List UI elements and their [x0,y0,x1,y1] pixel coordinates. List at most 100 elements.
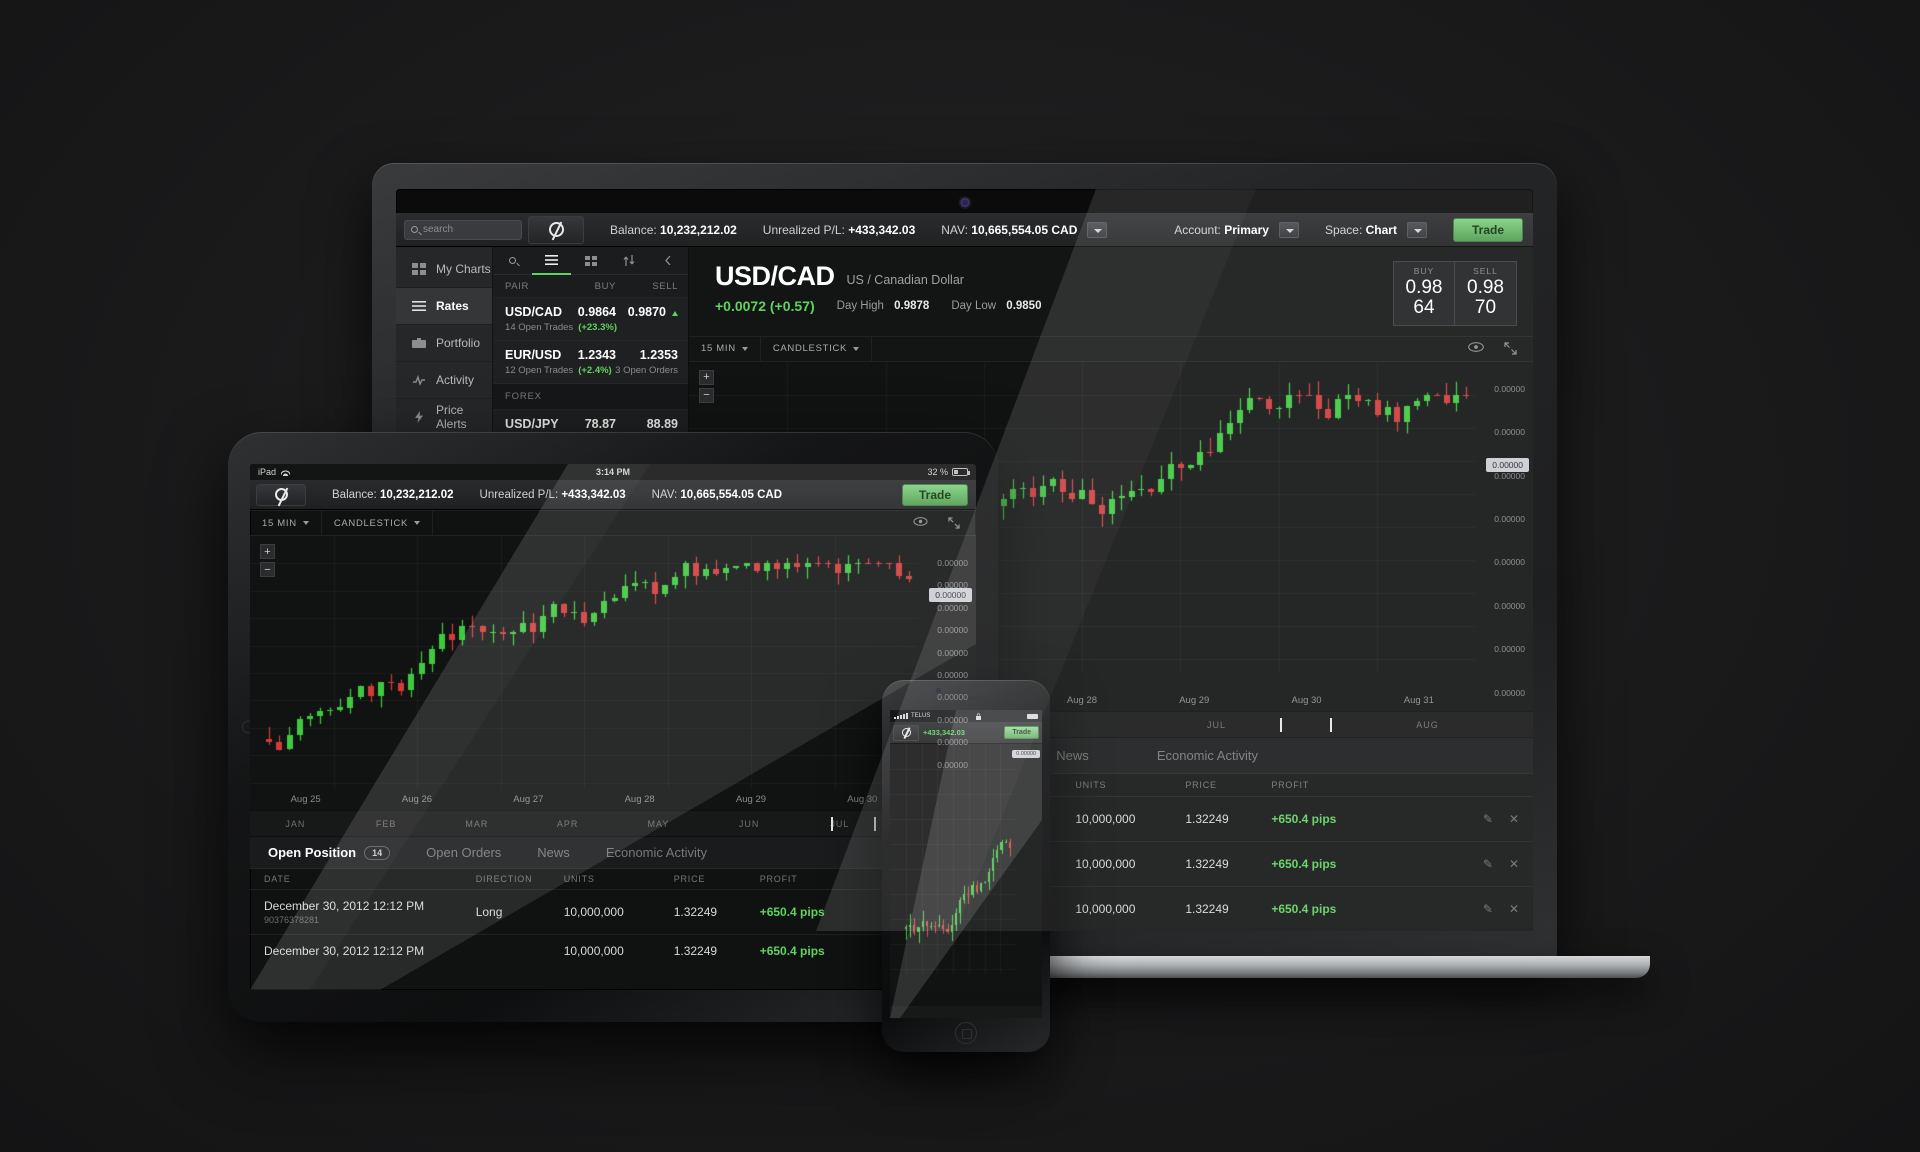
ipad-chart-minimap[interactable]: JANFEBMARAPRMAYJUNJULAUG [250,810,976,836]
eye-icon[interactable] [1468,342,1484,353]
sidebar-label: Activity [436,373,475,387]
briefcase-icon [412,338,426,348]
ipad-tab-news[interactable]: News [519,837,588,868]
activity-icon [413,374,425,386]
rate-row-eurusd[interactable]: EUR/USD 1.2343 1.2353 12 Open Trades (+2… [493,340,688,383]
sidebar-item-rates[interactable]: Rates [396,288,493,325]
ipad-chart-y-axis: 0.00000 0.00000 0.00000 0.00000 0.00000 0.000… [918,536,976,810]
sidebar-item-price-alerts[interactable]: Price Alerts [396,399,493,436]
y-tick: 0.00000 [1494,514,1525,525]
ipad-open-position-count: 14 [364,845,391,860]
y-tick: 0.00000 [937,670,968,680]
iphone-brand-logo-button[interactable] [893,724,919,741]
rates-list-view-icon[interactable] [532,247,572,275]
y-tick: 0.00000 [937,647,968,658]
last-price-pill: 0.00000 [929,588,972,602]
account-selector[interactable]: Account: Primary [1174,223,1269,237]
iphone-home-button[interactable] [955,1022,977,1044]
ipad-candlestick-chart[interactable]: + − 0.00000 0.00000 0.00000 0.00000 0.00000 0… [250,536,976,810]
charttype-selector[interactable]: CANDLESTICK [761,336,873,361]
minimap-handle[interactable] [874,817,877,831]
minimap-handle[interactable] [830,817,833,831]
expand-icon[interactable] [948,517,960,529]
rate-pair: USD/CAD [505,305,562,319]
close-icon[interactable]: ✕ [1509,902,1519,916]
timeframe-value: 15 MIN [701,343,736,355]
nav-stat: NAV: 10,665,554.05 CAD [941,223,1077,237]
sidebar-item-my-charts[interactable]: My Charts [396,251,493,288]
up-arrow-icon [672,311,678,316]
sell-price-button[interactable]: SELL 0.98 70 [1455,261,1517,326]
ipad-chart-canvas[interactable] [250,536,976,810]
battery-icon [952,468,970,476]
ipad-brand-logo-button[interactable] [256,483,306,506]
zoom-in-button[interactable]: + [699,369,714,385]
day-low: Day Low 0.9850 [951,300,1042,312]
y-tick: 0.00000 [937,602,968,613]
zoom-in-button[interactable]: + [260,544,275,559]
sidebar-item-activity[interactable]: Activity [396,362,493,399]
iphone-chart-minimap[interactable] [890,1006,1042,1018]
chart-zoom-controls: + − [699,369,714,406]
iphone-trade-button[interactable]: Trade [1004,726,1039,739]
tab-economic-activity[interactable]: Economic Activity [1123,738,1292,773]
ipad-chart-controls: 15 MIN CANDLESTICK [250,510,976,536]
x-tick: Aug 28 [624,793,655,805]
account-dropdown-button[interactable] [1278,221,1299,238]
ipad-tab-open-orders[interactable]: Open Orders [408,837,519,868]
ipad-status-bar: iPad 3:14 PM 32 % [250,464,976,480]
bolt-icon [415,411,423,423]
buy-price-button[interactable]: BUY 0.98 64 [1393,261,1455,326]
rates-search-icon[interactable] [493,247,532,275]
edit-icon[interactable]: ✎ [1483,902,1493,916]
nav-dropdown-button[interactable] [1087,221,1108,238]
eye-icon[interactable] [913,517,928,526]
timeframe-selector[interactable]: 15 MIN [689,336,761,361]
zoom-out-button[interactable]: − [699,387,714,403]
ipad-tab-open-position[interactable]: Open Position 14 [250,837,408,868]
y-tick: 0.00000 [937,759,968,770]
th-price: PRICE [1185,780,1217,790]
minimap-handle[interactable] [1330,718,1333,732]
instrument-name: US / Canadian Dollar [846,273,964,287]
close-icon[interactable]: ✕ [1509,812,1519,826]
space-dropdown-button[interactable] [1406,221,1427,238]
last-price-pill: 0.00000 [1486,457,1529,472]
rates-grid-view-icon[interactable] [571,247,610,275]
ipad-charttype-selector[interactable]: CANDLESTICK [322,511,434,535]
rate-row-usdcad[interactable]: USD/CAD 0.9864 0.9870 14 Open Trades (+2… [493,297,688,340]
ipad-balance-value: 10,232,212.02 [379,488,454,501]
cell-price: 1.32249 [673,905,718,919]
rates-collapse-icon[interactable] [649,247,688,275]
cell-profit: +650.4 pips [759,944,825,958]
minimap-month: JUL [1206,719,1226,730]
search-input[interactable]: search [404,219,522,240]
col-sell: SELL [652,281,678,292]
sidebar-label: Rates [436,299,469,313]
expand-icon[interactable] [1504,342,1517,355]
table-row[interactable]: December 30, 2012 12:12 PM90376378281Lon… [250,889,976,934]
ipad-timeframe-selector[interactable]: 15 MIN [250,511,322,535]
minimap-handle[interactable] [1279,718,1282,732]
ipad-trade-button[interactable]: Trade [901,483,968,506]
cell-units: 10,000,000 [563,944,624,958]
rate-sell: 0.9870 [616,305,678,319]
close-icon[interactable]: ✕ [1509,857,1519,871]
ipad-tab-economic-activity[interactable]: Economic Activity [588,837,725,868]
sell-price-minor: 70 [1474,296,1497,318]
cell-profit: +650.4 pips [1271,857,1337,871]
edit-icon[interactable]: ✎ [1483,812,1493,826]
instrument-header: USD/CAD US / Canadian Dollar +0.0072 (+0… [689,247,1533,336]
x-tick: Aug 31 [1403,694,1434,706]
table-row[interactable]: December 30, 2012 12:12 PM 10,000,000 1.32… [250,934,976,967]
space-selector[interactable]: Space: Chart [1325,223,1397,237]
zoom-out-button[interactable]: − [260,562,275,577]
rates-sort-icon[interactable] [610,247,649,275]
trade-button[interactable]: Trade [1452,217,1523,242]
sidebar-item-portfolio[interactable]: Portfolio [396,325,493,362]
edit-icon[interactable]: ✎ [1483,857,1493,871]
cell-profit: +650.4 pips [1271,902,1337,916]
x-tick: Aug 30 [1291,694,1322,706]
brand-logo-button[interactable] [528,215,584,244]
cell-date: December 30, 2012 12:12 PM [264,944,425,958]
